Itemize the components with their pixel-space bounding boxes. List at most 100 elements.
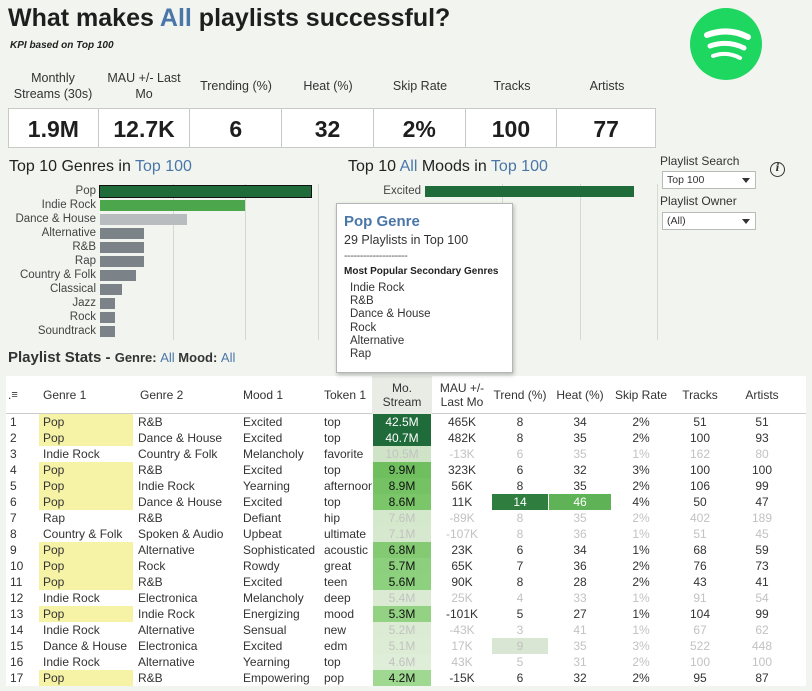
column-header[interactable]: Token 1 (320, 376, 374, 414)
table-cell: 100 (689, 463, 711, 477)
bar-row[interactable]: Excited (383, 184, 634, 198)
bar-row[interactable]: Indie Rock (42, 198, 246, 212)
bar-row[interactable]: Country & Folk (20, 268, 137, 282)
table-cell: favorite (324, 447, 364, 461)
table-cell: Spoken & Audio (138, 527, 224, 541)
column-header[interactable]: Artists (730, 376, 794, 414)
table-row[interactable]: 2 Pop Dance & House Excited top 40.7M 482K 8 35 2… (6, 430, 806, 446)
table-cell: 36 (573, 559, 587, 573)
table-row[interactable]: 5 Pop Indie Rock Yearning afternoon 8.9M 56K 8 3… (6, 478, 806, 494)
table-cell: 56K (451, 479, 473, 493)
bar[interactable] (100, 241, 144, 253)
bar-label: Pop (75, 185, 96, 197)
table-cell: Alternative (138, 655, 195, 669)
table-cell: 99 (755, 607, 769, 621)
column-header[interactable]: Tracks (672, 376, 728, 414)
table-cell: 5.6M (372, 574, 432, 590)
table-row[interactable]: 4 Pop R&B Excited top 9.9M 323K 6 32 3% 100 100 (6, 462, 806, 478)
bar-row[interactable]: Alternative (42, 226, 144, 240)
table-cell: Indie Rock (43, 591, 100, 605)
chevron-down-icon (742, 219, 750, 224)
column-header[interactable]: Skip Rate (612, 376, 670, 414)
table-cell: R&B (138, 415, 163, 429)
column-header[interactable]: Heat (%) (549, 376, 611, 414)
table-row[interactable]: 10 Pop Rock Rowdy great 5.7M 65K 7 36 2% 76 73 (6, 558, 806, 574)
table-row[interactable]: 7 Rap R&B Defiant hip 7.6M -89K 8 35 2% 402 189 (6, 510, 806, 526)
table-row[interactable]: 13 Pop Indie Rock Energizing mood 5.3M -101K 5 2… (6, 606, 806, 622)
playlist-stats-table: . ≡ Genre 1 Genre 2 Mood 1 Token 1 Mo. Stream… (6, 376, 806, 686)
column-header[interactable]: Mo. Stream (372, 376, 432, 414)
moods-chart-title: Top 10 All Moods in Top 100 (348, 158, 548, 176)
table-cell: Sensual (243, 623, 287, 637)
bar[interactable] (100, 325, 115, 337)
playlist-owner-select[interactable]: (All) (662, 212, 756, 230)
column-header[interactable]: MAU +/- Last Mo (434, 376, 490, 414)
playlist-owner-value: (All) (667, 215, 686, 227)
table-row[interactable]: 3 Indie Rock Country & Folk Melancholy favor… (6, 446, 806, 462)
table-row[interactable]: 8 Country & Folk Spoken & Audio Upbeat ultim… (6, 526, 806, 542)
table-cell: 43K (451, 655, 473, 669)
table-cell: Excited (243, 495, 283, 509)
table-row[interactable]: 12 Indie Rock Electronica Melancholy deep 5.4… (6, 590, 806, 606)
table-cell: 4% (632, 495, 650, 509)
table-cell: hip (324, 511, 341, 525)
table-cell: Pop (39, 414, 133, 430)
sort-icon[interactable]: ≡ (11, 388, 17, 402)
table-row[interactable]: 11 Pop R&B Excited teen 5.6M 90K 8 28 2% 43 41 (6, 574, 806, 590)
table-cell: 8 (516, 511, 524, 525)
column-header[interactable]: Genre 1 (39, 376, 133, 414)
bar-row[interactable]: Pop (76, 184, 312, 198)
column-header[interactable]: Genre 2 (136, 376, 236, 414)
bar[interactable] (100, 311, 115, 323)
bar[interactable] (100, 283, 122, 295)
tooltip-item: Rock (350, 321, 377, 334)
table-cell: Pop (39, 606, 133, 622)
table-cell: 91 (693, 591, 707, 605)
table-cell: Country & Folk (138, 447, 218, 461)
bar[interactable] (100, 255, 144, 267)
bar-label: Classical (49, 283, 96, 295)
table-cell: pop (324, 671, 345, 685)
table-row[interactable]: 15 Dance & House Electronica Excited edm 5.1M… (6, 638, 806, 654)
table-cell: 5.2M (372, 622, 432, 638)
bar[interactable] (100, 297, 115, 309)
table-cell: 42.5M (372, 414, 432, 430)
bar-row[interactable]: Classical (50, 282, 122, 296)
table-cell: 11 (10, 575, 23, 589)
bar-row[interactable]: Soundtrack (38, 324, 115, 338)
table-cell: 106 (689, 479, 711, 493)
column-header[interactable]: Trend (%) (492, 376, 548, 414)
bar[interactable] (100, 269, 137, 281)
bar-row[interactable]: Rap (75, 254, 144, 268)
info-icon[interactable]: i (770, 162, 785, 177)
bar-row[interactable]: Rock (70, 310, 115, 324)
column-header[interactable]: Mood 1 (239, 376, 319, 414)
table-cell: 162 (689, 447, 711, 461)
bar-label: Alternative (41, 227, 96, 239)
bar[interactable] (99, 184, 312, 198)
bar-row[interactable]: Dance & House (15, 212, 188, 226)
table-row[interactable]: 6 Pop Dance & House Excited top 8.6M 11K 14 46 4%… (6, 494, 806, 510)
table-cell: 4 (10, 463, 17, 477)
bar[interactable] (100, 199, 246, 211)
column-header[interactable]: . ≡ (6, 376, 36, 414)
table-row[interactable]: 1 Pop R&B Excited top 42.5M 465K 8 34 2% 51 51 (6, 414, 806, 430)
table-cell: Pop (39, 462, 133, 478)
table-cell: Pop (39, 542, 133, 558)
bar[interactable] (100, 213, 188, 225)
table-cell: 93 (755, 431, 769, 445)
table-row[interactable]: 17 Pop R&B Empowering pop 4.2M -15K 6 32 2% 95 87 (6, 670, 806, 686)
table-row[interactable]: 14 Indie Rock Alternative Sensual new 5.2M -43… (6, 622, 806, 638)
bar-row[interactable]: R&B (72, 240, 144, 254)
table-row[interactable]: 9 Pop Alternative Sophisticated acoustic 6.8M… (6, 542, 806, 558)
kpi-value: 77 (593, 116, 619, 142)
bar-row[interactable]: Jazz (72, 296, 115, 310)
bar[interactable] (425, 185, 634, 197)
table-cell: 2% (632, 655, 650, 669)
bar-label: R&B (72, 241, 96, 253)
playlist-search-select[interactable]: Top 100 (662, 171, 756, 189)
table-cell: 5.4M (372, 590, 432, 606)
table-row[interactable]: 16 Indie Rock Alternative Yearning top 4.6M 43… (6, 654, 806, 670)
bar[interactable] (100, 227, 144, 239)
genres-title-highlight: Top 100 (135, 158, 192, 175)
